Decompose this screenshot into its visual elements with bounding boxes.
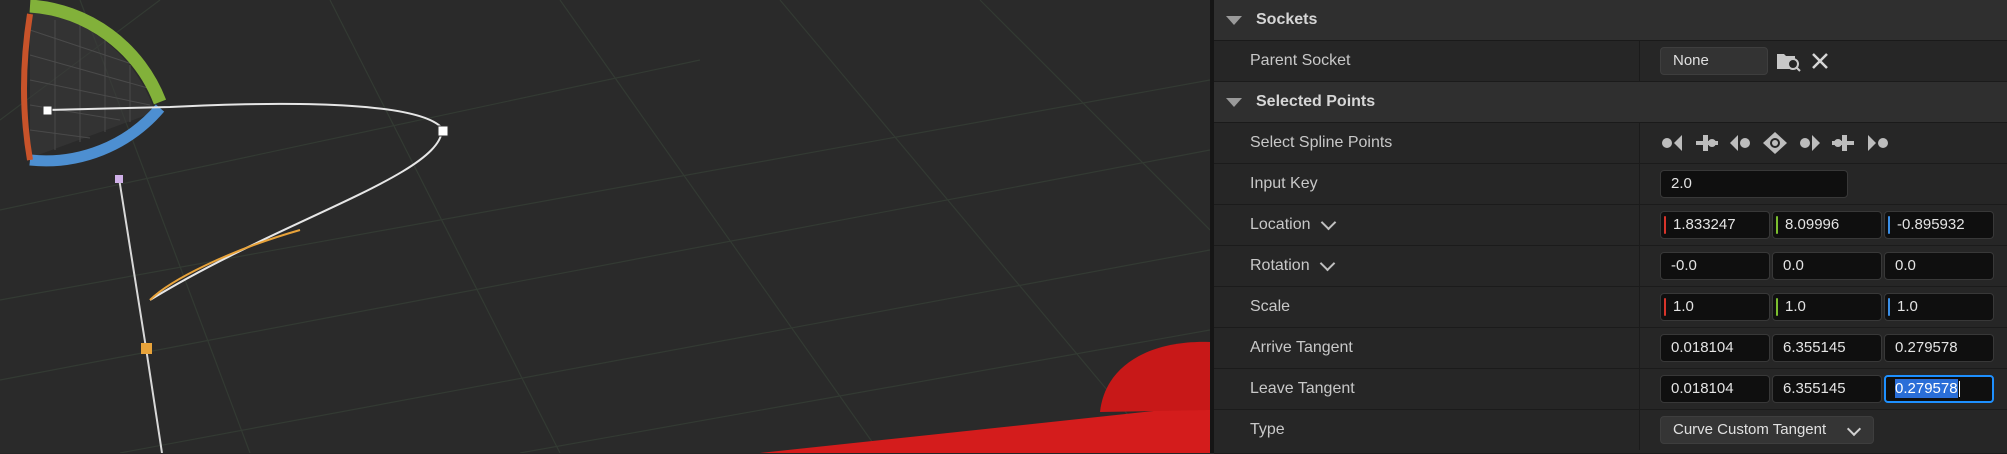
scale-x-field[interactable]: 1.0 bbox=[1660, 293, 1770, 321]
viewport-scene[interactable] bbox=[0, 0, 1210, 453]
section-title: Sockets bbox=[1256, 11, 1318, 28]
row-location: Location 1.833247 8.09996 -0.895932 bbox=[1214, 205, 2007, 246]
y-axis-indicator bbox=[1776, 298, 1778, 316]
details-panel: Sockets Parent Socket None Selected Poin… bbox=[1214, 0, 2007, 454]
x-axis-indicator bbox=[1664, 298, 1666, 316]
parent-socket-field[interactable]: None bbox=[1660, 47, 1768, 75]
location-label: Location bbox=[1250, 216, 1311, 233]
location-y-field[interactable]: 8.09996 bbox=[1772, 211, 1882, 239]
chevron-down-icon bbox=[1846, 421, 1862, 437]
add-prev-point-icon[interactable] bbox=[1728, 131, 1754, 155]
row-parent-socket: Parent Socket None bbox=[1214, 41, 2007, 82]
column-divider[interactable] bbox=[1639, 41, 1640, 81]
location-z-value: -0.895932 bbox=[1897, 216, 1965, 233]
row-type: Type Curve Custom Tangent bbox=[1214, 410, 2007, 454]
rotation-y-field[interactable]: 0.0 bbox=[1772, 252, 1882, 280]
column-divider[interactable] bbox=[1639, 369, 1640, 409]
type-dropdown-value: Curve Custom Tangent bbox=[1673, 421, 1827, 438]
scale-x-value: 1.0 bbox=[1673, 298, 1694, 315]
tangent-handle[interactable] bbox=[115, 175, 123, 183]
clear-socket-icon[interactable] bbox=[1808, 49, 1836, 73]
column-divider[interactable] bbox=[1639, 287, 1640, 327]
column-divider[interactable] bbox=[1639, 205, 1640, 245]
spline-segment[interactable] bbox=[149, 129, 443, 301]
leave-tangent-x-field[interactable]: 0.018104 bbox=[1660, 375, 1770, 403]
editor-viewport[interactable] bbox=[0, 0, 1210, 453]
property-label: Arrive Tangent bbox=[1250, 339, 1353, 356]
property-label: Leave Tangent bbox=[1250, 380, 1355, 397]
scale-y-value: 1.0 bbox=[1785, 298, 1806, 315]
column-divider[interactable] bbox=[1639, 410, 1640, 450]
gizmo-x-ring[interactable] bbox=[21, 13, 33, 161]
select-first-point-icon[interactable] bbox=[1660, 131, 1686, 155]
row-scale: Scale 1.0 1.0 1.0 bbox=[1214, 287, 2007, 328]
property-label[interactable]: Rotation bbox=[1250, 246, 1335, 286]
row-arrive-tangent: Arrive Tangent 0.018104 6.355145 0.27957… bbox=[1214, 328, 2007, 369]
spline-selected-segment[interactable] bbox=[149, 229, 301, 301]
property-label: Scale bbox=[1250, 298, 1291, 315]
collapse-caret-icon[interactable] bbox=[1226, 97, 1242, 107]
parent-socket-value: None bbox=[1673, 52, 1709, 69]
location-z-field[interactable]: -0.895932 bbox=[1884, 211, 1994, 239]
property-label[interactable]: Location bbox=[1250, 205, 1336, 245]
spline-point[interactable] bbox=[437, 125, 449, 137]
browse-socket-icon[interactable] bbox=[1774, 49, 1802, 73]
scale-z-field[interactable]: 1.0 bbox=[1884, 293, 1994, 321]
location-x-field[interactable]: 1.833247 bbox=[1660, 211, 1770, 239]
select-prev-point-icon[interactable] bbox=[1694, 131, 1720, 155]
collapse-caret-icon[interactable] bbox=[1226, 15, 1242, 25]
chevron-down-icon[interactable] bbox=[1320, 214, 1336, 230]
arrive-tangent-y-field[interactable]: 6.355145 bbox=[1772, 334, 1882, 362]
selected-text: 0.279578 bbox=[1895, 379, 1958, 398]
column-divider[interactable] bbox=[1639, 328, 1640, 368]
scale-z-value: 1.0 bbox=[1897, 298, 1918, 315]
column-divider[interactable] bbox=[1639, 246, 1640, 286]
location-y-value: 8.09996 bbox=[1785, 216, 1840, 233]
spline-point-selected[interactable] bbox=[141, 343, 152, 354]
leave-tangent-z-field[interactable]: 0.279578 bbox=[1884, 375, 1994, 403]
property-label: Input Key bbox=[1250, 175, 1318, 192]
text-cursor bbox=[1958, 381, 1960, 398]
arrive-tangent-x-field[interactable]: 0.018104 bbox=[1660, 334, 1770, 362]
chevron-down-icon[interactable] bbox=[1319, 255, 1335, 271]
section-sockets[interactable]: Sockets bbox=[1214, 0, 2007, 41]
red-object-cylinder bbox=[1100, 341, 1210, 412]
rotation-gizmo[interactable] bbox=[21, 0, 167, 167]
spline-point[interactable] bbox=[42, 105, 53, 116]
scale-y-field[interactable]: 1.0 bbox=[1772, 293, 1882, 321]
y-axis-indicator bbox=[1776, 216, 1778, 234]
z-axis-indicator bbox=[1888, 298, 1890, 316]
section-selected-points[interactable]: Selected Points bbox=[1214, 82, 2007, 123]
column-divider[interactable] bbox=[1639, 164, 1640, 204]
input-key-field[interactable]: 2.0 bbox=[1660, 170, 1848, 198]
row-rotation: Rotation -0.0 0.0 0.0 bbox=[1214, 246, 2007, 287]
leave-tangent-y-field[interactable]: 6.355145 bbox=[1772, 375, 1882, 403]
select-last-point-icon[interactable] bbox=[1864, 131, 1890, 155]
row-leave-tangent: Leave Tangent 0.018104 6.355145 0.279578 bbox=[1214, 369, 2007, 410]
select-all-points-icon[interactable] bbox=[1762, 131, 1788, 155]
x-axis-indicator bbox=[1664, 216, 1666, 234]
property-label: Select Spline Points bbox=[1250, 134, 1393, 151]
red-object-base bbox=[760, 405, 1210, 453]
type-dropdown[interactable]: Curve Custom Tangent bbox=[1660, 416, 1874, 444]
row-input-key: Input Key 2.0 bbox=[1214, 164, 2007, 205]
property-label: Type bbox=[1250, 421, 1285, 438]
add-next-point-icon[interactable] bbox=[1796, 131, 1822, 155]
row-select-spline-points: Select Spline Points bbox=[1214, 123, 2007, 164]
tangent-handle-line bbox=[118, 177, 163, 453]
location-x-value: 1.833247 bbox=[1673, 216, 1736, 233]
rotation-label: Rotation bbox=[1250, 257, 1310, 274]
column-divider[interactable] bbox=[1639, 123, 1640, 163]
rotation-z-field[interactable]: 0.0 bbox=[1884, 252, 1994, 280]
floor-grid bbox=[0, 0, 1210, 453]
property-label: Parent Socket bbox=[1250, 52, 1351, 69]
select-next-point-icon[interactable] bbox=[1830, 131, 1856, 155]
z-axis-indicator bbox=[1888, 216, 1890, 234]
rotation-x-field[interactable]: -0.0 bbox=[1660, 252, 1770, 280]
arrive-tangent-z-field[interactable]: 0.279578 bbox=[1884, 334, 1994, 362]
section-title: Selected Points bbox=[1256, 93, 1376, 110]
